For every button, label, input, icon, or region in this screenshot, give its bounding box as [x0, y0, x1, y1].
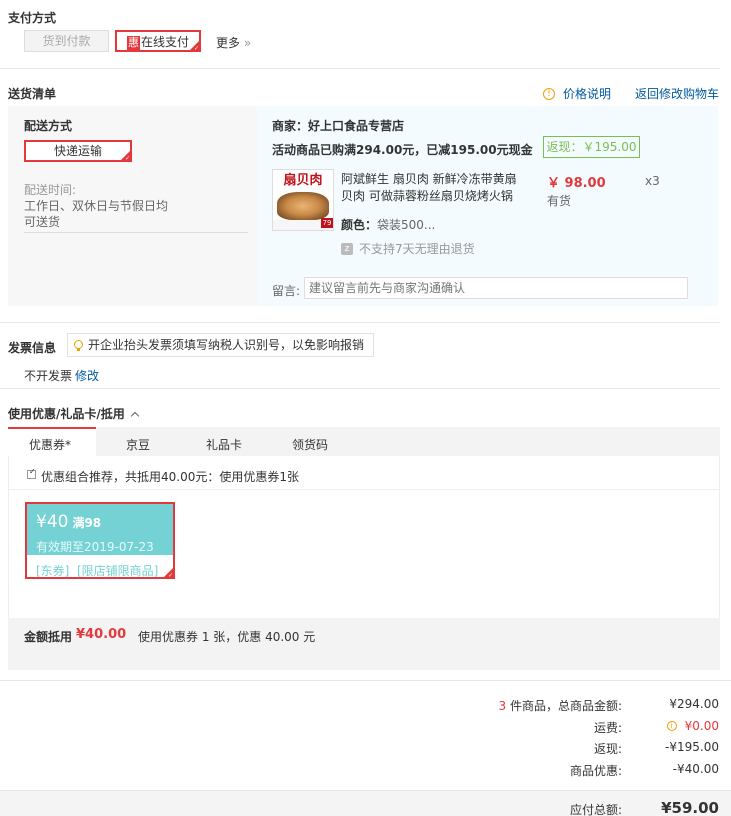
delivery-divider	[24, 232, 248, 233]
rebate-badge: 返现：￥195.00	[543, 136, 640, 158]
more-arrow-icon: »	[243, 36, 252, 50]
coupon-card-amount-row: ¥40 满98	[36, 512, 101, 532]
coupon-card[interactable]: ¥40 满98 有效期至2019-07-23 [东券] [限店铺限商品]	[25, 502, 175, 579]
delivery-method-title: 配送方式	[24, 119, 73, 133]
tab-jingdou[interactable]: 京豆	[126, 436, 150, 453]
summary-count-row: 3 件商品，总商品金额:	[499, 697, 623, 714]
merchant-name: 商家：好上口食品专营店	[272, 119, 405, 133]
product-title-line2: 贝肉 可做蒜蓉粉丝扇贝烧烤火锅	[341, 189, 513, 203]
product-title-line1: 阿斌鲜生 扇贝肉 新鲜冷冻带黄扇	[341, 172, 517, 186]
scallop-photo	[277, 192, 329, 220]
online-payment-label: 在线支付	[140, 35, 189, 49]
invoice-title: 发票信息	[8, 341, 57, 355]
product-color: 颜色：袋装500...	[341, 216, 435, 233]
delivery-time-line2: 可送货	[24, 215, 61, 229]
product-color-label: 颜色：	[341, 218, 378, 232]
product-image-title: 扇贝肉	[273, 170, 333, 192]
product-price: ￥ 98.00	[547, 176, 606, 191]
coupon-section-title: 使用优惠/礼品卡/抵用	[8, 407, 125, 421]
back-to-cart-link[interactable]: 返回修改购物车	[635, 85, 719, 102]
cash-on-delivery-button[interactable]: 货到付款	[24, 30, 109, 52]
discount-value: -¥40.00	[672, 762, 719, 776]
coupon-amount: ¥40	[36, 512, 69, 532]
chevron-up-icon	[130, 411, 140, 420]
no-return-text: 不支持7天无理由退货	[359, 242, 475, 256]
divider	[0, 68, 720, 69]
invoice-tip-text: 开企业抬头发票须填写纳税人识别号，以免影响报销	[88, 338, 365, 352]
deduct-label: 金额抵用	[24, 630, 73, 644]
divider	[0, 388, 720, 389]
invoice-value: 不开发票	[24, 369, 73, 383]
coupon-deduct-bar	[8, 618, 720, 670]
discount-label: 商品优惠:	[569, 764, 622, 778]
price-note-link[interactable]: ! 价格说明	[543, 85, 611, 102]
no-return-notice: z 不支持7天无理由退货	[341, 240, 475, 257]
info-circle-icon: !	[543, 87, 555, 100]
coupon-panel-divider	[9, 489, 719, 490]
delivery-time-title: 配送时间:	[24, 183, 77, 197]
online-payment-button[interactable]: 惠在线支付	[115, 30, 201, 52]
summary-count: 3	[498, 699, 507, 713]
coupon-tabs-bar	[8, 427, 720, 456]
rebate-value: -¥195.00	[665, 740, 719, 754]
shipping-fee-value: ¥0.00	[684, 719, 719, 733]
summary-count-label: 件商品，总商品金额:	[506, 699, 622, 713]
shipping-fee-label: 运费:	[593, 721, 622, 735]
tab-redeem-code[interactable]: 领货码	[292, 436, 328, 453]
delivery-time-line1: 工作日、双休日与节假日均	[24, 199, 169, 213]
payable-value: ¥59.00	[661, 799, 719, 816]
rebate-label: 返现:	[593, 742, 622, 756]
message-input[interactable]	[304, 277, 688, 299]
message-label: 留言:	[272, 284, 301, 298]
discount-badge: 惠	[126, 36, 140, 50]
combo-checkbox[interactable]: ✓	[27, 467, 36, 479]
info-circle-icon[interactable]: i	[666, 721, 677, 731]
product-image-badge: 79	[321, 218, 333, 228]
shipping-list-title: 送货清单	[8, 87, 57, 101]
express-delivery-button[interactable]: 快递运输	[24, 140, 132, 162]
divider	[0, 680, 731, 681]
more-payment-link[interactable]: 更多 »	[216, 34, 251, 51]
combo-text: 优惠组合推荐，共抵用40.00元：使用优惠券1张	[41, 470, 299, 484]
coupon-tags: [东券] [限店铺限商品]	[36, 564, 159, 578]
payment-section-title: 支付方式	[8, 11, 57, 25]
divider	[0, 322, 720, 323]
more-payment-label: 更多	[216, 36, 241, 50]
product-title[interactable]: 阿斌鲜生 扇贝肉 新鲜冷冻带黄扇 贝肉 可做蒜蓉粉丝扇贝烧烤火锅	[341, 171, 521, 205]
summary-total-goods: ¥294.00	[669, 697, 719, 711]
invoice-tip: 开企业抬头发票须填写纳税人识别号，以免影响报销	[67, 333, 375, 357]
bulb-icon	[74, 339, 83, 351]
tab-gift-card[interactable]: 礼品卡	[206, 436, 242, 453]
promo-line: 活动商品已购满294.00元，已减195.00元现金	[272, 143, 533, 157]
no-return-icon: z	[341, 242, 353, 255]
invoice-edit-link[interactable]: 修改	[75, 367, 99, 384]
coupon-expiry: 有效期至2019-07-23	[36, 540, 154, 554]
tab-coupon[interactable]: 优惠券*	[29, 436, 71, 453]
deduct-note: 使用优惠券 1 张，优惠 40.00 元	[138, 630, 316, 644]
price-note-label: 价格说明	[563, 87, 612, 101]
shipping-fee-row: i ¥0.00	[666, 719, 719, 733]
payable-label: 应付总额:	[569, 803, 622, 816]
product-qty: x3	[645, 174, 660, 188]
coupon-threshold: 满98	[72, 516, 102, 530]
product-color-value: 袋装500...	[377, 218, 436, 232]
deduct-value: ¥40.00	[76, 627, 127, 642]
product-stock: 有货	[547, 194, 572, 208]
product-image[interactable]: 扇贝肉 79	[272, 169, 334, 231]
coupon-section-toggle[interactable]: 使用优惠/礼品卡/抵用	[8, 405, 140, 422]
